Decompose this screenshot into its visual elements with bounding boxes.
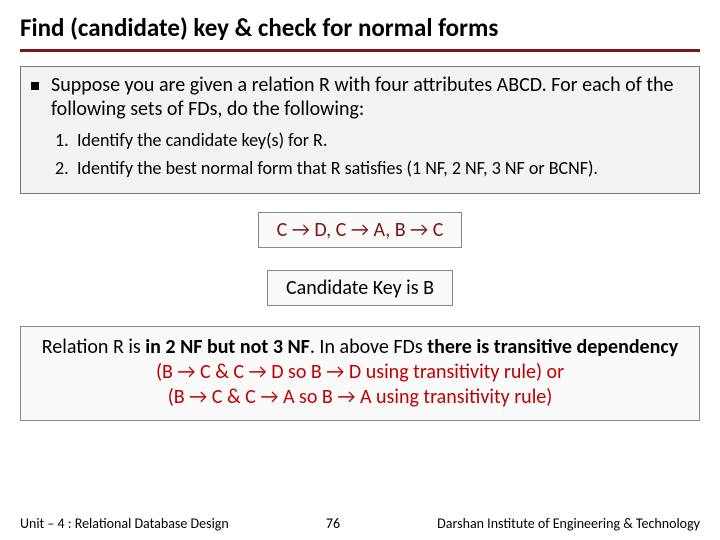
- footer-institute: Darshan Institute of Engineering & Techn…: [437, 515, 700, 532]
- explanation-box: Relation R is in 2 NF but not 3 NF. In a…: [20, 326, 700, 421]
- candidate-key-box: Candidate Key is B: [267, 270, 453, 306]
- step-text: Identify the best normal form that R sat…: [77, 157, 598, 179]
- explain-text: Relation R is: [42, 335, 145, 359]
- explain-bold: there is transitive dependency: [427, 335, 678, 359]
- explain-text: . In above FDs: [310, 335, 427, 359]
- intro-text: Suppose you are given a relation R with …: [51, 73, 689, 121]
- explain-rule-1: (B → C & C → D so B → D using transitivi…: [35, 360, 685, 385]
- bullet-icon: [31, 82, 39, 90]
- step-item: 2. Identify the best normal form that R …: [55, 157, 689, 179]
- footer-page: 76: [229, 515, 437, 532]
- explain-rule-2: (B → C & C → A so B → A using transitivi…: [35, 385, 685, 410]
- intro-box: Suppose you are given a relation R with …: [20, 66, 700, 194]
- slide-title: Find (candidate) key & check for normal …: [20, 12, 700, 52]
- step-text: Identify the candidate key(s) for R.: [77, 129, 327, 151]
- footer-unit: Unit – 4 : Relational Database Design: [20, 515, 229, 532]
- fd-box: C → D, C → A, B → C: [258, 212, 463, 248]
- step-item: 1. Identify the candidate key(s) for R.: [55, 129, 689, 151]
- step-number: 2.: [55, 157, 77, 179]
- footer: Unit – 4 : Relational Database Design 76…: [20, 515, 700, 532]
- explain-bold: in 2 NF but not 3 NF: [145, 335, 310, 359]
- step-number: 1.: [55, 129, 77, 151]
